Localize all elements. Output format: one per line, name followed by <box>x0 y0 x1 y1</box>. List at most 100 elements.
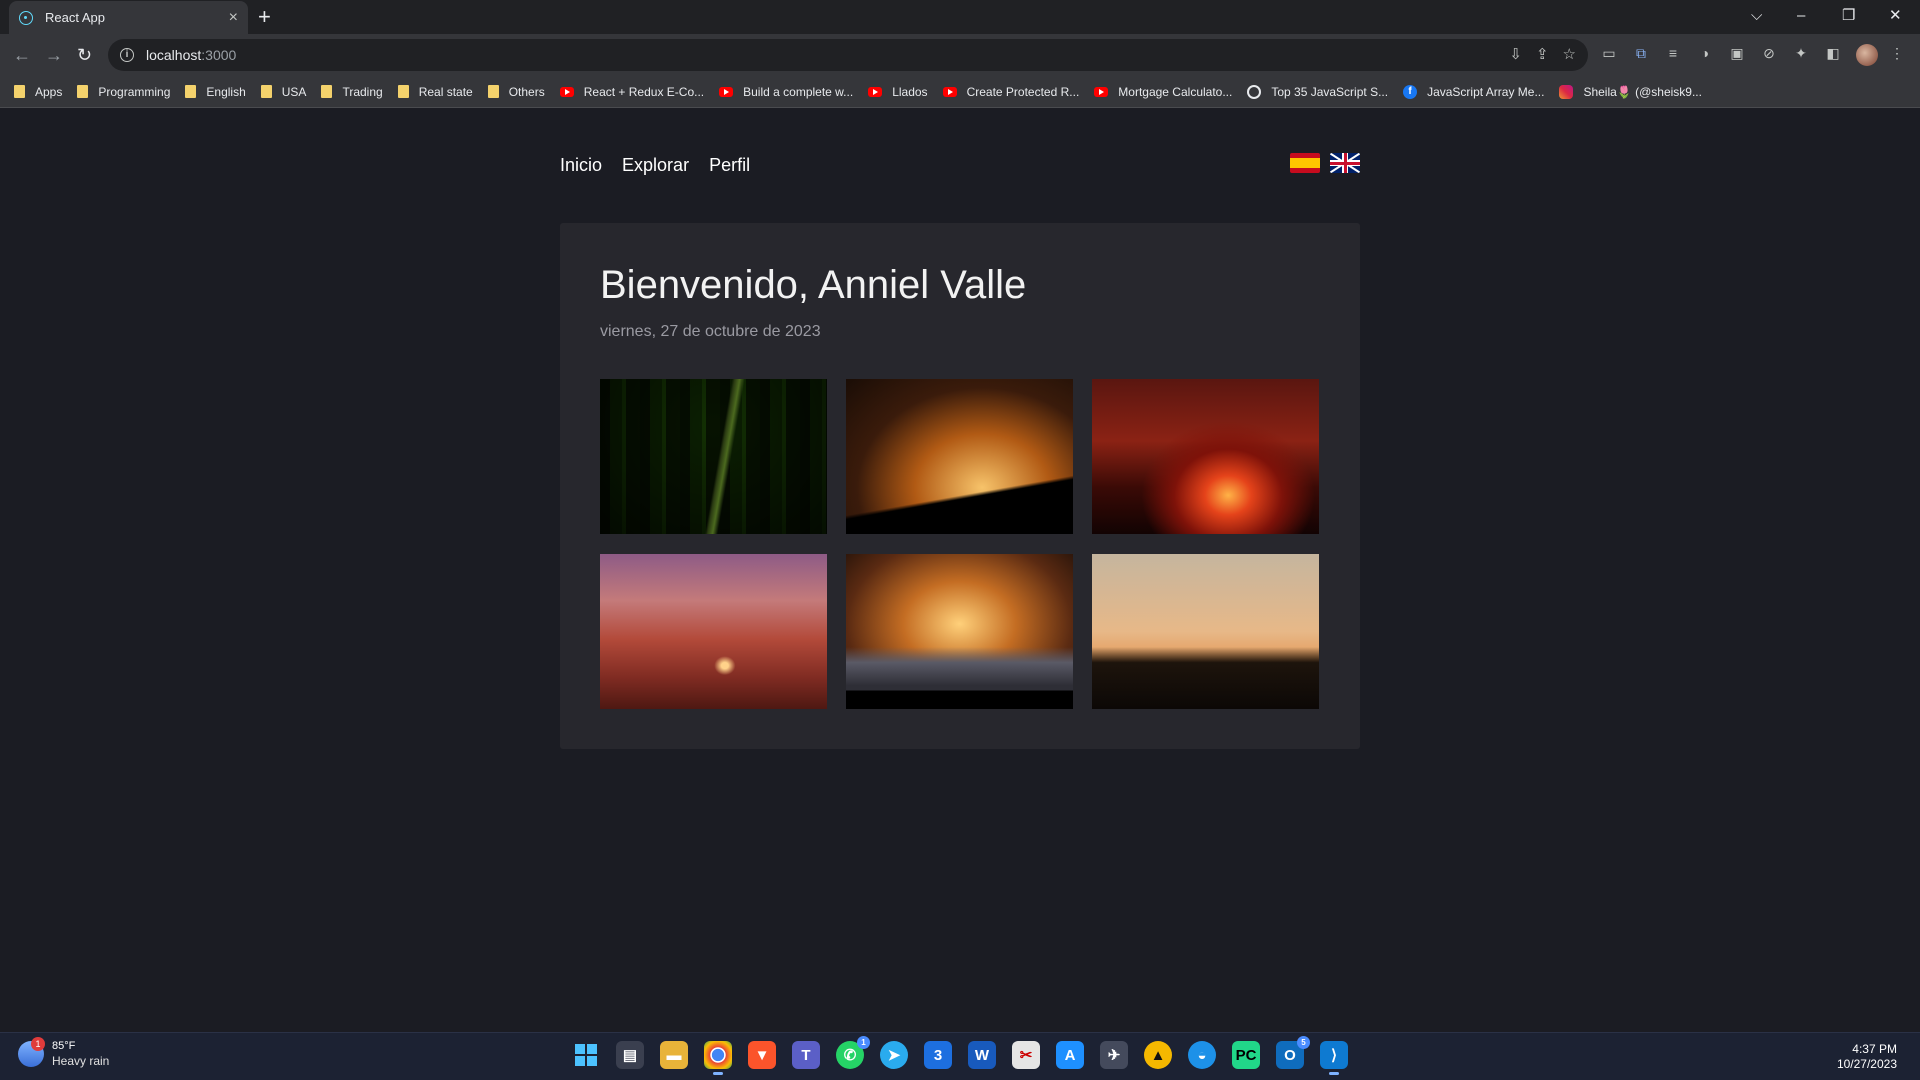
word-icon[interactable]: W <box>968 1041 996 1069</box>
css3-icon[interactable]: 3 <box>924 1041 952 1069</box>
nav-explore-link[interactable]: Explorar <box>622 155 689 176</box>
folder-icon <box>260 85 272 98</box>
task-view-icon[interactable]: ▤ <box>616 1041 644 1069</box>
whatsapp-badge: 1 <box>857 1036 870 1049</box>
weather-widget[interactable]: 1 85°F Heavy rain <box>18 1037 110 1069</box>
bookmark-label: Llados <box>892 84 928 99</box>
folder-icon <box>397 85 409 98</box>
minimize-button[interactable]: – <box>1797 4 1805 28</box>
bookmark-item[interactable]: Apps <box>14 85 62 99</box>
nav-profile-link[interactable]: Perfil <box>709 155 750 176</box>
bookmark-item[interactable]: Sheila🌷 (@sheisk9... <box>1559 84 1702 99</box>
forward-button[interactable]: → <box>45 42 63 68</box>
extension-compass-icon[interactable]: ⊘ <box>1760 44 1778 62</box>
bookmark-item[interactable]: English <box>185 85 246 99</box>
bookmarks-bar: Apps Programming English USA Trading Real sta… <box>0 76 1920 108</box>
bookmark-label: Mortgage Calculato... <box>1118 84 1233 99</box>
bookmark-item[interactable]: Others <box>487 84 545 99</box>
reload-button[interactable]: ↻ <box>77 42 92 68</box>
weather-desc: Heavy rain <box>52 1054 110 1068</box>
youtube-icon <box>942 86 957 97</box>
new-tab-button[interactable]: + <box>258 5 271 29</box>
bookmark-star-icon[interactable]: ☆ <box>1563 45 1576 65</box>
translate-icon[interactable]: ⧉ <box>1632 44 1650 62</box>
weather-badge: 1 <box>31 1037 45 1051</box>
whatsapp-icon[interactable]: ✆ 1 <box>836 1036 870 1069</box>
telegram-icon[interactable]: ➤ <box>880 1041 908 1069</box>
photo-sunset-trees[interactable] <box>1092 554 1319 709</box>
youtube-icon <box>868 86 883 97</box>
facebook-icon: f <box>1403 84 1418 99</box>
bookmark-label: Top 35 JavaScript S... <box>1271 84 1389 99</box>
install-icon[interactable]: ⇩ <box>1509 45 1522 65</box>
bookmark-label: Others <box>508 84 545 99</box>
bookmark-item[interactable]: Top 35 JavaScript S... <box>1247 84 1389 99</box>
outlook-icon[interactable]: O5 <box>1276 1036 1310 1069</box>
bookmark-label: Apps <box>35 84 63 99</box>
uk-flag-icon[interactable] <box>1330 153 1360 173</box>
snipping-tool-icon[interactable]: ✂ <box>1012 1041 1040 1069</box>
site-info-icon[interactable]: i <box>120 48 134 62</box>
language-switcher <box>1290 153 1360 173</box>
chrome-icon[interactable] <box>704 1041 732 1075</box>
warning-app-icon[interactable]: ▲ <box>1144 1041 1172 1069</box>
close-window-button[interactable]: ✕ <box>1889 4 1902 28</box>
welcome-card: Bienvenido, Anniel Valle viernes, 27 de … <box>560 223 1360 749</box>
bookmark-item[interactable]: React + Redux E-Co... <box>559 85 704 99</box>
pycharm-icon[interactable]: PC <box>1232 1041 1260 1069</box>
bookmark-label: Create Protected R... <box>966 84 1080 99</box>
brave-icon[interactable]: ▼ <box>748 1041 776 1069</box>
youtube-icon <box>559 86 574 97</box>
extension-circle-icon[interactable]: ◑ <box>1696 44 1714 62</box>
photo-lava-flow[interactable] <box>1092 379 1319 534</box>
bookmark-item[interactable]: f JavaScript Array Me... <box>1403 84 1544 99</box>
profile-avatar[interactable] <box>1856 44 1878 66</box>
bookmark-item[interactable]: Real state <box>397 85 473 99</box>
bookmark-item[interactable]: Build a complete w... <box>719 85 853 99</box>
tab-title: React App <box>45 10 105 25</box>
bookmark-label: Programming <box>98 84 171 99</box>
tab-close-icon[interactable]: × <box>229 9 238 26</box>
browser-tab[interactable]: React App × <box>9 1 248 34</box>
photo-storm-mountains[interactable] <box>846 379 1073 534</box>
es-flag-icon[interactable] <box>1290 153 1320 173</box>
photo-forest[interactable] <box>600 379 827 534</box>
bookmark-label: USA <box>281 84 307 99</box>
bookmark-item[interactable]: Llados <box>868 84 928 99</box>
plane-app-icon[interactable]: ✈ <box>1100 1041 1128 1069</box>
back-button[interactable]: ← <box>13 42 31 68</box>
photo-cloud-peaks[interactable] <box>846 554 1073 709</box>
extension-monitor-icon[interactable]: ▭ <box>1600 44 1618 62</box>
docker-icon[interactable]: ◒ <box>1188 1041 1216 1069</box>
vscode-icon[interactable]: ⟩ <box>1320 1041 1348 1075</box>
bookmark-item[interactable]: Trading <box>321 85 383 99</box>
arduino-app-icon[interactable]: A <box>1056 1041 1084 1069</box>
nav-home-link[interactable]: Inicio <box>560 155 602 176</box>
bookmark-item[interactable]: Mortgage Calculato... <box>1094 85 1232 99</box>
share-icon[interactable]: ⇪ <box>1536 45 1549 65</box>
menu-kebab-icon[interactable]: ⋮ <box>1888 44 1906 62</box>
photo-desert-road[interactable] <box>600 554 827 709</box>
folder-icon <box>185 85 197 98</box>
clock-time: 4:37 PM <box>1852 1042 1897 1056</box>
teams-icon[interactable]: T <box>792 1041 820 1069</box>
url-text[interactable]: localhost:3000 <box>146 47 236 63</box>
address-bar[interactable]: i localhost:3000 ⇩ ⇪ ☆ <box>108 39 1588 71</box>
weather-temp: 85°F <box>52 1040 76 1052</box>
bookmark-item[interactable]: Programming <box>77 85 170 99</box>
side-panel-icon[interactable]: ◧ <box>1824 44 1842 62</box>
restore-button[interactable]: ❐ <box>1842 4 1855 28</box>
system-clock[interactable]: 4:37 PM 10/27/2023 <box>1837 1042 1897 1072</box>
tab-search-icon[interactable]: ⌵ <box>1751 4 1762 28</box>
bookmark-item[interactable]: USA <box>260 84 307 99</box>
youtube-icon <box>1094 86 1109 97</box>
windows-taskbar: 1 85°F Heavy rain ▤ ▬ ▼ T ✆ 1 ➤ 3 W ✂ A ✈… <box>0 1032 1920 1080</box>
extension-strike-icon[interactable]: ≡ <box>1664 44 1682 62</box>
outlook-badge: 5 <box>1297 1036 1310 1049</box>
extensions-puzzle-icon[interactable]: ✦ <box>1792 44 1810 62</box>
bookmark-item[interactable]: Create Protected R... <box>942 84 1080 99</box>
current-date: viernes, 27 de octubre de 2023 <box>600 323 821 340</box>
windows-start-icon[interactable] <box>572 1041 600 1069</box>
extension-window-icon[interactable]: ▣ <box>1728 44 1746 62</box>
file-explorer-icon[interactable]: ▬ <box>660 1041 688 1069</box>
